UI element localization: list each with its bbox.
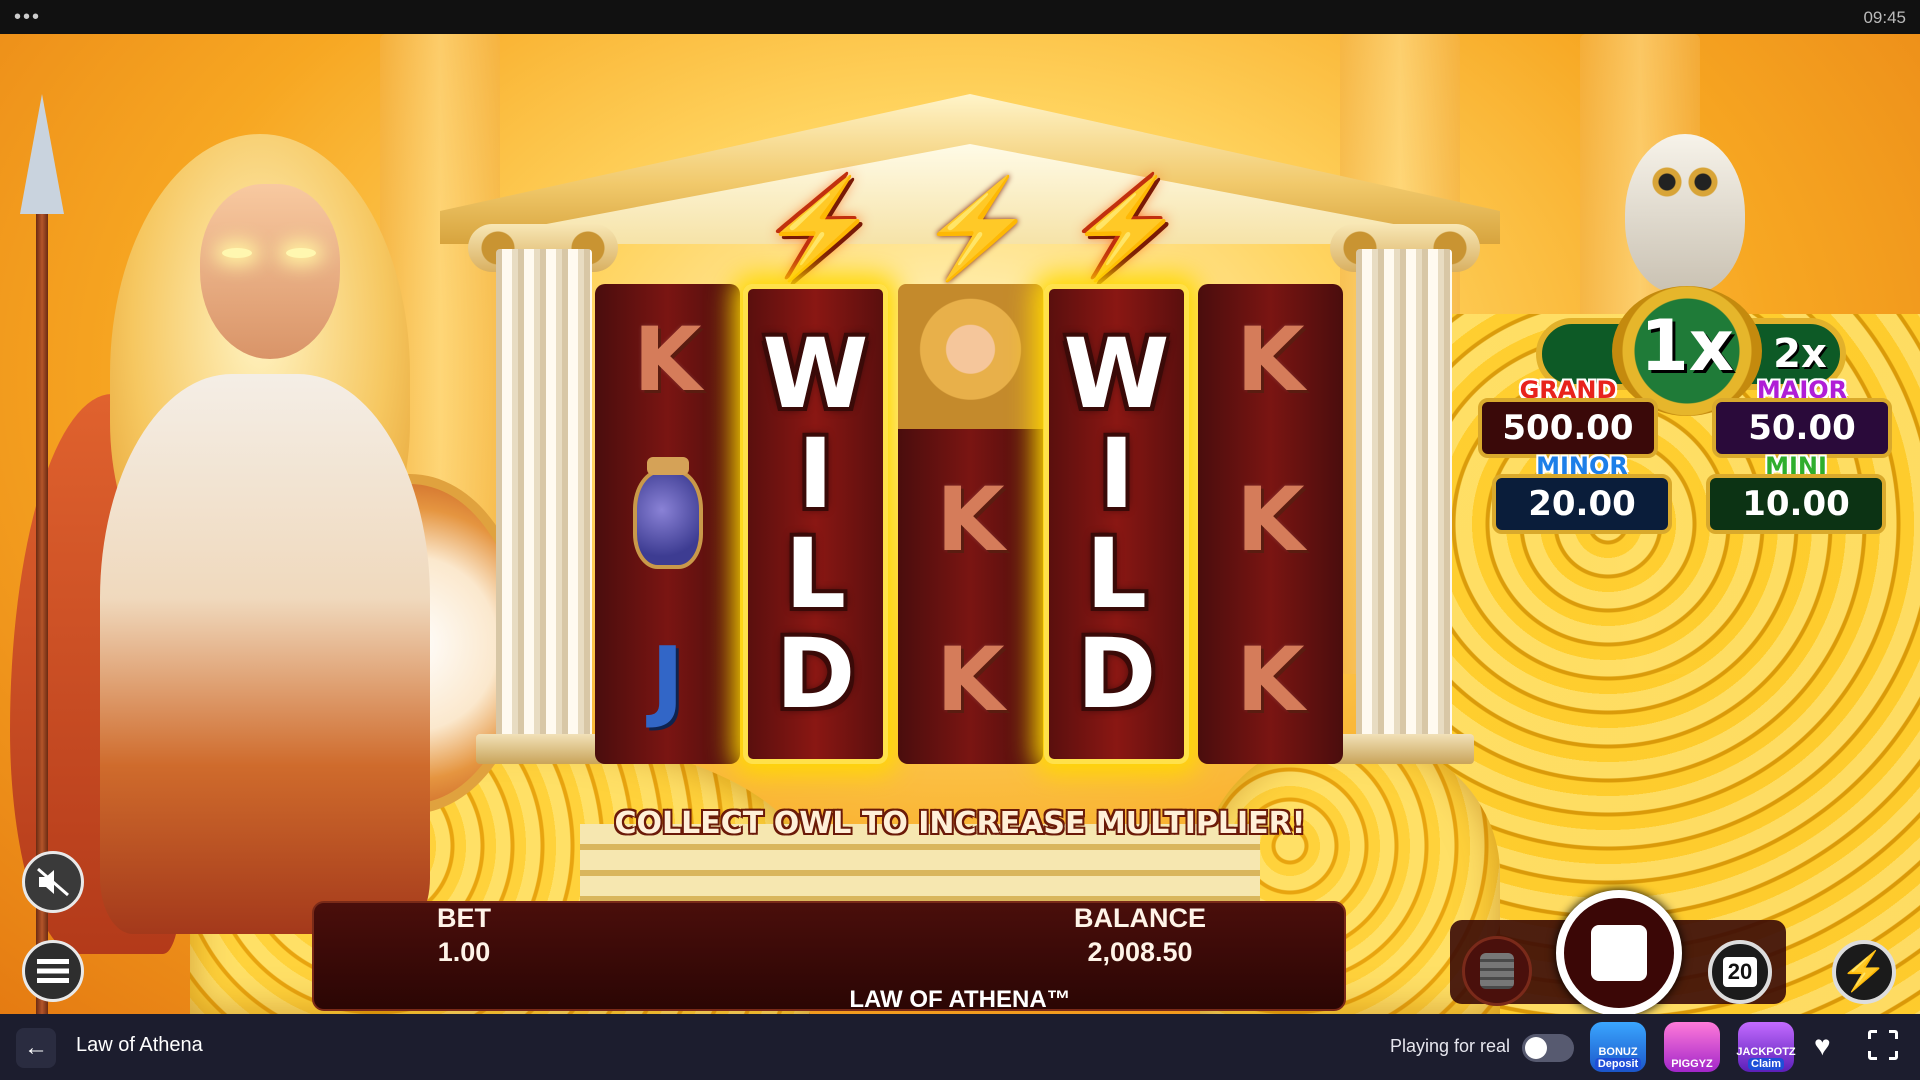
wild-letter: D	[1076, 618, 1157, 730]
promo-name: JACKPOTZ	[1736, 1046, 1796, 1058]
hamburger-icon	[37, 959, 69, 983]
jackpot-grand-value: 500.00	[1478, 398, 1658, 458]
symbol-j: J	[651, 627, 684, 731]
promo-name: PIGGYZ	[1671, 1058, 1713, 1070]
turbo-button[interactable]: ⚡	[1832, 940, 1896, 1004]
reel-2-wild: W I L D	[743, 284, 888, 764]
lightning-bolt-icon: ⚡	[918, 175, 1038, 282]
real-play-toggle[interactable]	[1522, 1034, 1574, 1062]
fullscreen-icon[interactable]	[1868, 1030, 1898, 1060]
clock: 09:45	[1863, 8, 1906, 27]
lightning-bolt-icon: ⚡	[760, 175, 880, 282]
symbol-k: K	[1236, 627, 1305, 731]
reel-1: K J	[595, 284, 740, 764]
promo-name: BONUZ	[1598, 1046, 1638, 1058]
coin-stack-icon	[1480, 953, 1514, 989]
host-bar: ← Law of Athena Playing for real BONUZ D…	[0, 1014, 1920, 1080]
spin-stop-button[interactable]	[1556, 890, 1682, 1014]
bet-value[interactable]: 1.00	[364, 937, 564, 968]
wild-letter: I	[797, 418, 834, 530]
autoplay-count: 20	[1723, 957, 1757, 987]
more-menu-icon[interactable]: •••	[14, 7, 41, 27]
balance-value: 2,008.50	[1087, 937, 1193, 967]
page-title: Law of Athena	[76, 1034, 203, 1056]
wild-letter: I	[1098, 418, 1135, 530]
symbol-k: K	[1236, 467, 1305, 571]
promo-jackpotz-button[interactable]: JACKPOTZ Claim	[1736, 1022, 1796, 1072]
bet-settings-button[interactable]	[1462, 936, 1532, 1006]
promo-action: Deposit	[1594, 1058, 1642, 1070]
wild-symbol: W I L D	[1049, 289, 1184, 759]
athena-face	[200, 184, 340, 359]
jackpot-major-value: 50.00	[1712, 398, 1892, 458]
reel-3: K K	[898, 284, 1043, 764]
real-play-label: Playing for real	[1390, 1036, 1511, 1056]
game-title: LAW OF ATHENA™	[849, 986, 1071, 1013]
stop-square-icon	[1591, 925, 1647, 981]
lightning-icon: ⚡	[1840, 951, 1888, 993]
symbol-k: K	[633, 307, 702, 411]
symbol-vase	[595, 444, 740, 594]
wild-letter: L	[784, 518, 847, 630]
jackpot-minor-value: 20.00	[1492, 474, 1672, 534]
promo-bonuz-button[interactable]: BONUZ Deposit	[1590, 1022, 1646, 1072]
athena-character	[0, 94, 530, 1014]
owl-icon	[1625, 134, 1745, 294]
promo-action: Claim	[1748, 1058, 1784, 1070]
symbol-k: K	[1236, 307, 1305, 411]
lightning-bolt-icon: ⚡	[1066, 175, 1186, 282]
wild-symbol: W I L D	[748, 289, 883, 759]
autoplay-button[interactable]: 20	[1708, 940, 1772, 1004]
temple-column	[1356, 249, 1452, 749]
sound-toggle-button[interactable]	[22, 851, 84, 913]
game-canvas: ⚡ ⚡ ⚡ K J W I L D K K W I L D K K K COLL…	[0, 34, 1920, 1014]
balance-label: BALANCE	[1074, 903, 1206, 933]
column-base	[1334, 734, 1474, 764]
reel-5: K K K	[1198, 284, 1343, 764]
symbol-k: K	[936, 627, 1005, 731]
jackpot-mini-value: 10.00	[1706, 474, 1886, 534]
muted-speaker-icon	[37, 867, 69, 897]
athena-armor	[100, 374, 430, 934]
favorite-heart-icon[interactable]: ♥	[1814, 1030, 1831, 1062]
wild-letter: L	[1085, 518, 1148, 630]
vase-icon	[632, 457, 703, 569]
toggle-knob	[1525, 1037, 1547, 1059]
wild-letter: W	[762, 318, 869, 430]
collect-owl-message: COLLECT OWL TO INCREASE MULTIPLIER!	[614, 806, 1306, 841]
temple-column	[496, 249, 592, 749]
bet-label: BET	[437, 903, 491, 933]
glowing-eye	[286, 248, 316, 258]
menu-button[interactable]	[22, 940, 84, 1002]
wild-letter: W	[1063, 318, 1170, 430]
reel-4-wild: W I L D	[1044, 284, 1189, 764]
status-bar: ••• 09:45	[0, 0, 1920, 34]
glowing-eye	[222, 248, 252, 258]
promo-piggyz-button[interactable]: PIGGYZ	[1664, 1022, 1720, 1072]
athena-portrait-symbol	[898, 284, 1043, 429]
symbol-k: K	[936, 467, 1005, 571]
back-button[interactable]: ←	[16, 1028, 56, 1068]
wild-letter: D	[775, 618, 856, 730]
next-multiplier: 2x	[1773, 331, 1827, 377]
spear-tip	[20, 94, 64, 214]
